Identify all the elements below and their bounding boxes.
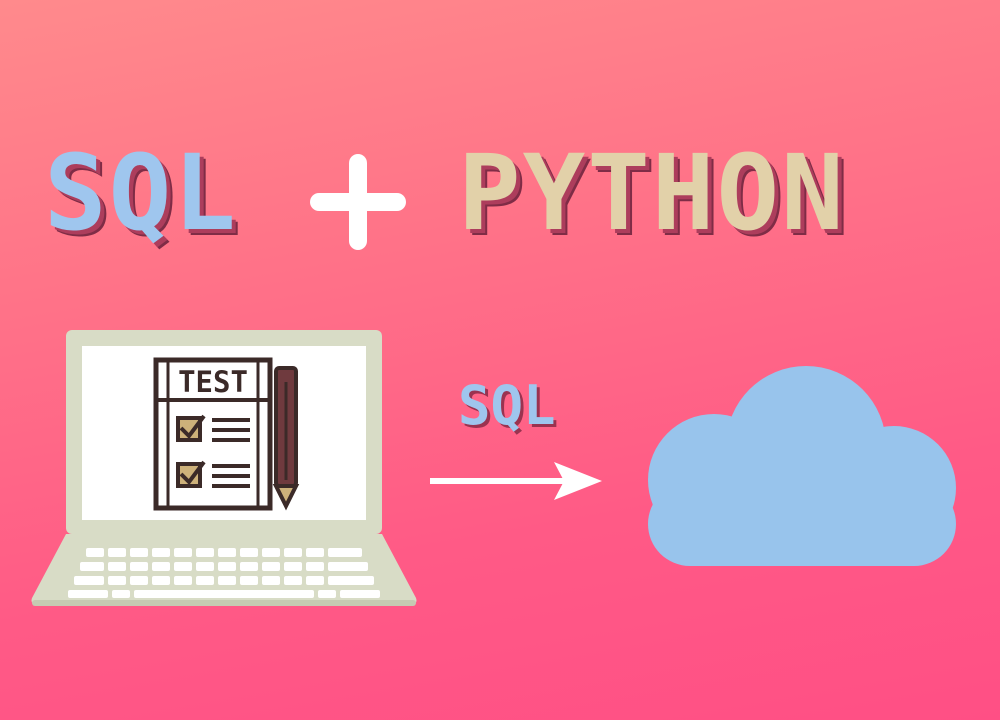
banner: SQL PYTHON TEST SQL xyxy=(0,0,1000,720)
test-label: TEST xyxy=(178,365,248,399)
right-arrow-icon xyxy=(430,462,602,500)
laptop-icon: TEST xyxy=(31,330,417,606)
test-checklist-icon: TEST xyxy=(153,357,273,511)
title-sql-word: SQL xyxy=(44,132,238,254)
title-python-word: PYTHON xyxy=(458,132,846,254)
pencil-icon xyxy=(272,366,300,511)
transfer-sql-label: SQL xyxy=(458,374,556,437)
plus-icon xyxy=(310,154,406,250)
cloud-icon xyxy=(648,366,956,566)
title-row: SQL PYTHON xyxy=(0,128,1000,258)
